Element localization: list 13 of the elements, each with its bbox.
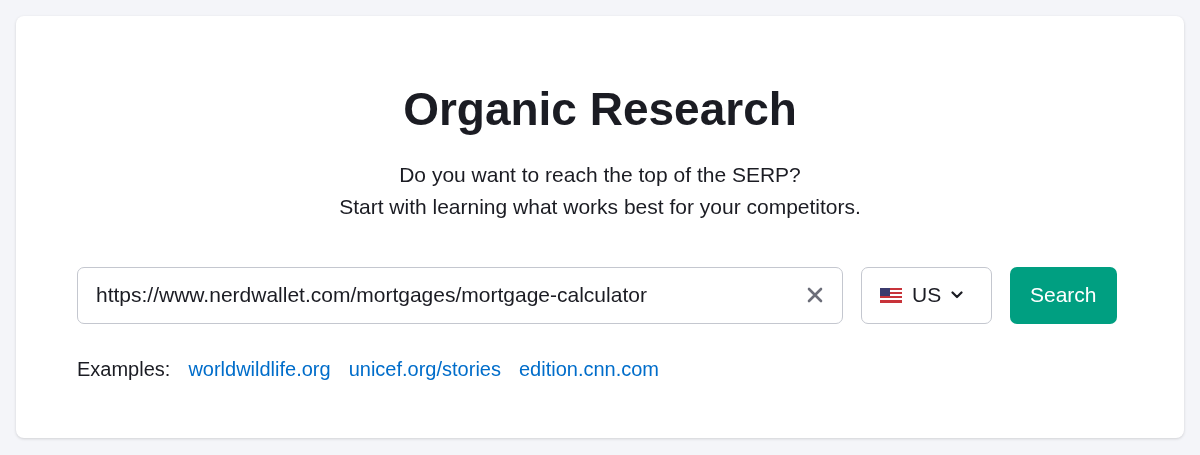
examples-label: Examples: [77, 356, 171, 382]
chevron-down-icon [951, 291, 964, 300]
search-button[interactable]: Search [1010, 266, 1117, 324]
subtitle-text: Do you want to reach the top of the SERP? [399, 162, 801, 186]
country-dropdown[interactable]: US [861, 266, 992, 324]
example-link[interactable]: edition.cnn.com [518, 353, 660, 384]
example-link[interactable]: unicef.org/stories [348, 353, 501, 384]
page-title: Organic Research [402, 82, 798, 135]
flag-icon [880, 287, 902, 303]
search-field[interactable]: https://www.nerdwallet.com/mortgages/mortgage-calculator [77, 266, 843, 324]
subtitle-text: Start with learning what works best for your competitors. [339, 194, 861, 218]
clear-icon[interactable] [807, 286, 823, 303]
example-link[interactable]: worldwildlife.org [188, 353, 331, 384]
